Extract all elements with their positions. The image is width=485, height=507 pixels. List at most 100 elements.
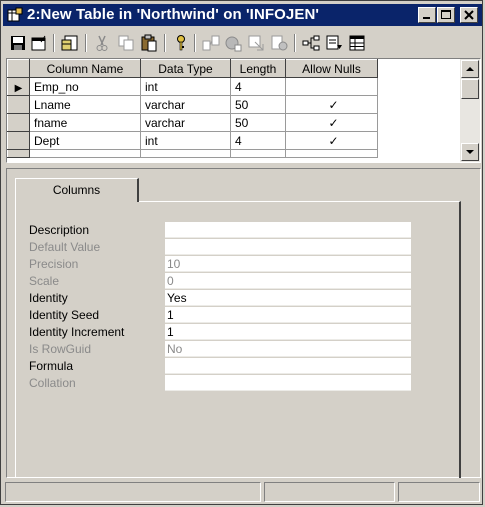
table-row[interactable]: ▶ Emp_no int 4 [7, 77, 378, 96]
table-row[interactable]: Lname varchar 50 ✓ [7, 95, 378, 114]
toolbar-separator [85, 34, 87, 52]
close-button[interactable] [460, 7, 478, 23]
cell-data-type[interactable]: int [140, 131, 231, 150]
property-value: 0 [165, 273, 411, 289]
save-button[interactable] [8, 33, 28, 53]
table-designer-window: 2:New Table in 'Northwind' on 'INFOJEN' [0, 0, 483, 505]
property-value[interactable]: 1 [165, 307, 411, 323]
grid-vertical-scrollbar[interactable] [460, 59, 480, 162]
property-label: Precision [29, 257, 79, 271]
maximize-button[interactable] [437, 7, 455, 23]
cell-column-name[interactable]: Lname [29, 95, 141, 114]
toolbar-separator [53, 34, 55, 52]
column-header-length[interactable]: Length [230, 59, 286, 78]
cell-length[interactable]: 4 [230, 131, 286, 150]
table-row[interactable] [7, 149, 378, 158]
cell-column-name[interactable]: Emp_no [29, 77, 141, 96]
table-designer-icon [7, 7, 23, 22]
cell-length[interactable]: 50 [230, 95, 286, 114]
manage-constraints-button[interactable] [246, 33, 266, 53]
status-bar [3, 482, 482, 503]
property-precision: Precision 10 [29, 256, 411, 273]
change-type-button[interactable] [324, 33, 344, 53]
property-label: Identity Seed [29, 308, 100, 322]
column-header-name[interactable]: Column Name [29, 59, 141, 78]
manage-indexes-button[interactable] [223, 33, 243, 53]
manage-table-button[interactable] [60, 33, 80, 53]
scroll-up-button[interactable] [461, 60, 479, 78]
property-value[interactable] [165, 358, 411, 374]
arrow-up-icon [466, 67, 474, 71]
row-selector[interactable] [7, 131, 30, 150]
cut-button[interactable] [92, 33, 112, 53]
cell-allow-nulls[interactable] [285, 77, 378, 96]
change-type-icon [326, 35, 342, 50]
cell-column-name[interactable]: fname [29, 113, 141, 132]
grid-icon [349, 35, 365, 51]
cell-column-name[interactable] [29, 149, 141, 158]
tab-columns[interactable]: Columns [15, 178, 139, 202]
cut-icon [96, 35, 108, 51]
diagram-button[interactable] [301, 33, 321, 53]
property-value [165, 239, 411, 255]
manage-constraints-icon [248, 35, 264, 51]
cell-allow-nulls[interactable]: ✓ [285, 113, 378, 132]
cell-length[interactable] [230, 149, 286, 158]
columns-table: Column Name Data Type Length Allow Nulls… [7, 59, 378, 158]
cell-allow-nulls[interactable]: ✓ [285, 95, 378, 114]
set-primary-key-button[interactable] [171, 33, 191, 53]
property-identity-seed: Identity Seed 1 [29, 307, 411, 324]
property-value[interactable] [165, 222, 411, 238]
title-bar[interactable]: 2:New Table in 'Northwind' on 'INFOJEN' [3, 4, 482, 26]
property-formula: Formula [29, 358, 411, 375]
paste-icon [141, 34, 157, 52]
scroll-down-button[interactable] [461, 143, 479, 161]
copy-icon [118, 35, 134, 51]
cell-length[interactable]: 50 [230, 113, 286, 132]
properties-button[interactable] [29, 33, 49, 53]
scroll-thumb[interactable] [461, 79, 479, 99]
cell-data-type[interactable]: int [140, 77, 231, 96]
toolbar-separator [294, 34, 296, 52]
property-label: Default Value [29, 240, 101, 254]
manage-relationships-icon [202, 35, 220, 51]
manage-indexes-icon [225, 36, 242, 52]
property-label: Formula [29, 359, 74, 373]
generate-script-button[interactable] [269, 33, 289, 53]
cell-allow-nulls[interactable] [285, 149, 378, 158]
paste-button[interactable] [139, 33, 159, 53]
property-value[interactable]: 1 [165, 324, 411, 340]
grid-view-button[interactable] [347, 33, 367, 53]
row-selector[interactable] [7, 95, 30, 114]
table-row[interactable]: Dept int 4 ✓ [7, 131, 378, 150]
status-panel [264, 482, 395, 502]
column-header-nulls[interactable]: Allow Nulls [285, 59, 378, 78]
cell-data-type[interactable]: varchar [140, 113, 231, 132]
property-is-rowguid: Is RowGuid No [29, 341, 411, 358]
cell-data-type[interactable] [140, 149, 231, 158]
row-selector[interactable]: ▶ [7, 77, 30, 96]
table-row[interactable]: fname varchar 50 ✓ [7, 113, 378, 132]
grid-header-row: Column Name Data Type Length Allow Nulls [7, 59, 378, 78]
current-row-marker-icon: ▶ [14, 82, 23, 94]
column-header-type[interactable]: Data Type [140, 59, 231, 78]
save-icon [11, 36, 25, 50]
property-identity-increment: Identity Increment 1 [29, 324, 411, 341]
property-value[interactable]: Yes [165, 290, 411, 306]
cell-data-type[interactable]: varchar [140, 95, 231, 114]
copy-button[interactable] [116, 33, 136, 53]
cell-allow-nulls[interactable]: ✓ [285, 131, 378, 150]
cell-column-name[interactable]: Dept [29, 131, 141, 150]
cell-length[interactable]: 4 [230, 77, 286, 96]
minimize-button[interactable] [418, 7, 436, 23]
row-selector[interactable] [7, 149, 30, 158]
maximize-icon [441, 10, 451, 19]
property-label: Scale [29, 274, 60, 288]
diagram-icon [302, 35, 320, 51]
row-selector[interactable] [7, 113, 30, 132]
window-title: 2:New Table in 'Northwind' on 'INFOJEN' [27, 6, 320, 23]
manage-relationships-button[interactable] [201, 33, 221, 53]
property-value: No [165, 341, 411, 357]
grid-corner[interactable] [7, 59, 30, 78]
status-panel [398, 482, 480, 502]
